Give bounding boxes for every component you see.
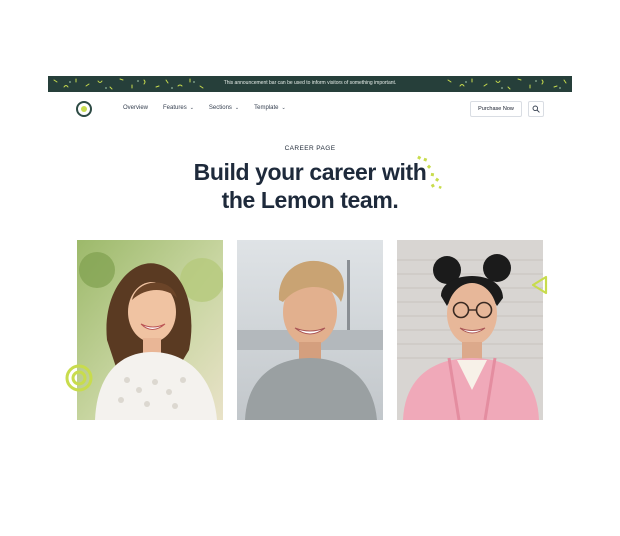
team-photo-man-smiling [237,240,383,420]
chevron-down-icon: ⌄ [281,105,286,111]
hero-eyebrow: CAREER PAGE [284,145,336,152]
logo-inner-dot [81,106,87,112]
search-button[interactable] [528,101,544,117]
hero-title-line-2: the Lemon team. [221,187,399,213]
nav-links: Overview Features ⌄ Sections ⌄ Template … [123,105,286,111]
nav-link-template[interactable]: Template ⌄ [254,105,286,111]
lemon-logo-icon[interactable] [76,101,92,117]
purchase-now-button[interactable]: Purchase Now [470,101,522,117]
page-frame: This announcement bar can be used to inf… [48,76,572,436]
team-photo-woman-glasses [397,240,543,420]
nav-link-label: Sections [208,105,232,111]
nav-link-features[interactable]: Features ⌄ [163,105,194,111]
search-icon [532,105,540,113]
nav-link-label: Features [163,105,187,111]
nav-link-sections[interactable]: Sections ⌄ [209,105,239,111]
nav-link-overview[interactable]: Overview [123,105,148,111]
chevron-down-icon: ⌄ [234,105,240,111]
team-photo-woman-smiling [77,240,223,420]
sparkle-decoration-icon [417,155,442,189]
announcement-bar: This announcement bar can be used to inf… [48,76,572,92]
hero-title: Build your career with the Lemon team. [48,158,572,214]
ring-decoration-icon [65,364,93,392]
nav-link-label: Overview [123,105,149,111]
announcement-text: This announcement bar can be used to inf… [223,80,397,86]
triangle-decoration-icon [531,275,548,295]
hero-title-line-1: Build your career with [193,159,427,185]
top-navigation: Overview Features ⌄ Sections ⌄ Template … [48,92,572,126]
chevron-down-icon: ⌄ [189,105,194,111]
nav-link-label: Template [254,105,279,111]
